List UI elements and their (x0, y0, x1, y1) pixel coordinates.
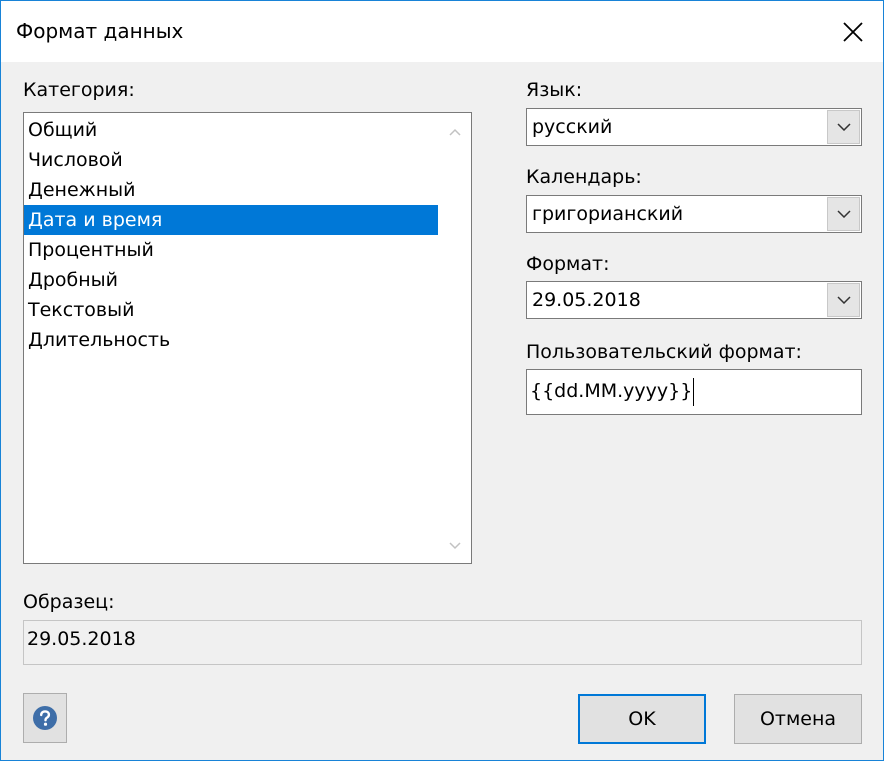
close-button[interactable] (823, 1, 883, 62)
custom-format-value: {{dd.MM.yyyy}} (530, 370, 695, 412)
format-label: Формат: (526, 253, 610, 275)
custom-format-label: Пользовательский формат: (526, 341, 802, 363)
chevron-down-icon (836, 210, 851, 218)
language-label: Язык: (526, 79, 583, 101)
dialog-window: Формат данных Категория: Общий Числовой … (0, 0, 884, 761)
list-item[interactable]: Процентный (24, 235, 438, 265)
format-dropdown[interactable]: 29.05.2018 (526, 281, 862, 319)
chevron-down-icon (448, 542, 461, 550)
format-value: 29.05.2018 (532, 289, 641, 311)
list-item[interactable]: Денежный (24, 175, 438, 205)
chevron-down-icon (836, 123, 851, 131)
calendar-dropdown[interactable]: григорианский (526, 195, 862, 233)
custom-format-input[interactable]: {{dd.MM.yyyy}} (526, 369, 862, 415)
list-item[interactable]: Текстовый (24, 295, 438, 325)
text-caret (693, 377, 695, 406)
list-item[interactable]: Длительность (24, 325, 438, 355)
cancel-button[interactable]: Отмена (734, 694, 862, 744)
category-items: Общий Числовой Денежный Дата и время Про… (24, 115, 438, 355)
ok-button[interactable]: OK (578, 694, 706, 744)
scroll-up-button[interactable] (438, 117, 471, 147)
language-dropdown[interactable]: русский (526, 108, 862, 146)
question-icon (33, 706, 57, 730)
close-icon (843, 21, 863, 42)
chevron-down-icon (836, 296, 851, 304)
format-dropdown-button[interactable] (827, 283, 860, 317)
dialog-title: Формат данных (16, 19, 184, 43)
help-button[interactable] (23, 693, 67, 743)
category-list[interactable]: Общий Числовой Денежный Дата и время Про… (23, 112, 472, 564)
custom-format-text: {{dd.MM.yyyy}} (530, 380, 693, 402)
calendar-label: Календарь: (526, 166, 642, 188)
category-label: Категория: (23, 79, 135, 101)
calendar-value: григорианский (532, 203, 684, 225)
sample-label: Образец: (23, 591, 115, 613)
title-bar: Формат данных (1, 1, 883, 62)
category-scrollbar[interactable] (438, 113, 471, 563)
list-item[interactable]: Числовой (24, 145, 438, 175)
list-item[interactable]: Общий (24, 115, 438, 145)
sample-value: 29.05.2018 (27, 628, 136, 650)
scroll-down-button[interactable] (438, 531, 471, 561)
list-item[interactable]: Дробный (24, 265, 438, 295)
chevron-up-icon (448, 128, 461, 136)
language-value: русский (532, 116, 613, 138)
sample-preview: 29.05.2018 (23, 620, 862, 665)
list-item[interactable]: Дата и время (24, 205, 438, 235)
calendar-dropdown-button[interactable] (827, 197, 860, 231)
language-dropdown-button[interactable] (827, 110, 860, 144)
